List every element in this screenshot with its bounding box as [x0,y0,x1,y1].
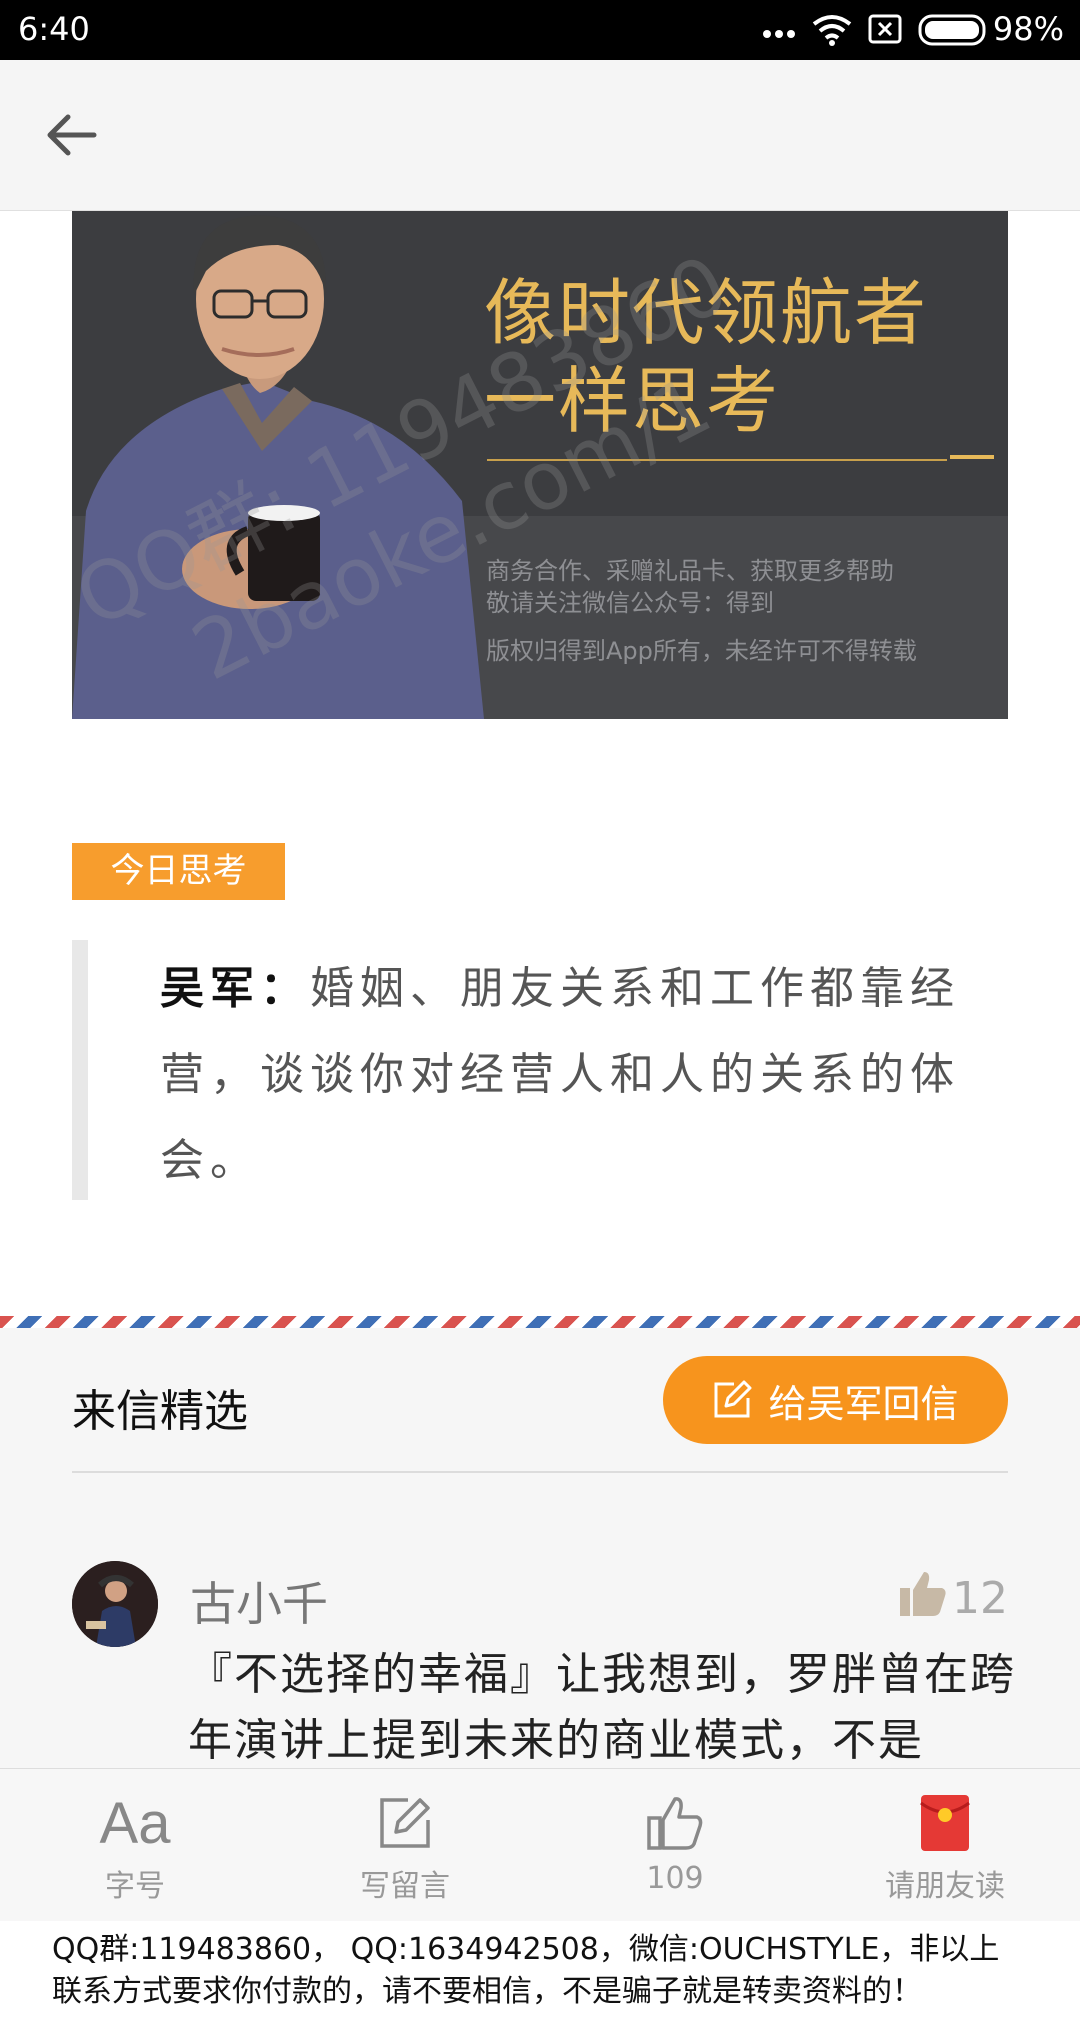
write-comment-button[interactable]: 写留言 [270,1769,540,1921]
airmail-divider [0,1316,1080,1328]
share-label: 请朋友读 [885,1869,1005,1904]
quote-author: 吴军： [160,963,310,1014]
banner-info-line3: 版权归得到App所有，未经许可不得转载 [486,637,917,665]
sim-x-icon [868,14,902,44]
write-icon [380,1798,430,1848]
letters-divider [72,1471,1008,1473]
font-size-button[interactable]: Aa 字号 [0,1769,270,1921]
share-with-friends-button[interactable]: 请朋友读 [810,1769,1080,1921]
bottom-toolbar: Aa 字号 写留言 109 请朋友读 [0,1768,1080,1921]
more-dots-icon [763,30,795,38]
footer-note: QQ群:119483860， QQ:1634942508，微信:OUCHSTYL… [0,1921,1080,2017]
footer-line2: 联系方式要求你付款的，请不要相信，不是骗子就是转卖资料的！ [52,1974,922,2009]
battery-icon [918,14,986,46]
status-time: 6:40 [18,10,90,48]
footer-text: QQ群:119483860， QQ:1634942508，微信:OUCHSTYL… [52,1929,1062,2013]
back-arrow-icon[interactable] [40,104,102,166]
battery-percent: 98% [992,10,1064,48]
banner-info-line2: 敬请关注微信公众号：得到 [486,589,774,617]
banner-dash [950,455,994,459]
commenter-name: 古小千 [190,1577,328,1631]
reply-button-label: 给吴军回信 [768,1381,959,1426]
comment-like-count: 12 [952,1573,1008,1624]
like-button[interactable]: 109 [540,1769,810,1921]
avatar[interactable] [72,1561,158,1647]
thumbs-up-icon[interactable] [898,1568,948,1618]
today-thinking-tag: 今日思考 [72,843,285,900]
avatar-image [72,1561,158,1647]
status-bar: 6:40 98% [0,0,1080,60]
wifi-icon [812,15,852,46]
footer-line1: QQ群:119483860， QQ:1634942508，微信:OUCHSTYL… [52,1932,1000,1967]
reply-button[interactable]: 给吴军回信 [663,1356,1008,1444]
comment-body: 『不选择的幸福』让我想到，罗胖曾在跨年演讲上提到未来的商业模式，不是 [188,1649,1016,1766]
edit-icon [714,1380,752,1418]
banner-info-line1: 商务合作、采赠礼品卡、获取更多帮助 [486,557,894,585]
like-count-label: 109 [646,1861,704,1896]
quote-bar [72,940,88,1200]
thumbs-up-outline-icon [647,1797,703,1850]
quote-text: 吴军：婚姻、朋友关系和工作都靠经营，谈谈你对经营人和人的关系的体会。 [160,946,1010,1204]
write-comment-label: 写留言 [360,1869,450,1904]
font-size-icon: Aa [99,1790,171,1856]
red-envelope-icon [920,1795,970,1851]
letters-section: 来信精选 给吴军回信 古小千 12 『不选择的幸福』让我想到，罗胖曾在跨年演讲上… [0,1328,1080,1768]
letters-title: 来信精选 [72,1386,248,1437]
font-size-label: 字号 [105,1869,165,1904]
